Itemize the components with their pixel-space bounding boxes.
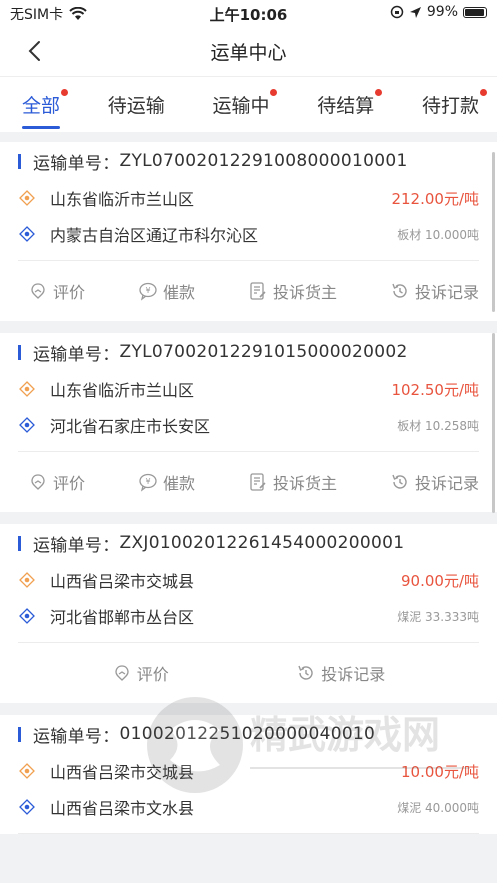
- destination-icon: [18, 416, 36, 434]
- cargo-info: 板材 10.000吨: [397, 227, 479, 242]
- unit-price: 10.00元/吨: [401, 762, 479, 781]
- complaint-doc-icon: [250, 473, 266, 491]
- order-number: ZXJ01002012261454000200001: [119, 533, 405, 553]
- battery-percent: 99%: [426, 4, 458, 20]
- tab-in-transit[interactable]: 运输中: [212, 77, 278, 133]
- history-icon: [298, 665, 313, 680]
- origin-address: 山西省吕梁市交城县: [50, 763, 195, 782]
- complain-shipper-button[interactable]: 投诉货主: [248, 470, 337, 494]
- destination-address: 内蒙古自治区通辽市科尔沁区: [50, 226, 259, 245]
- rate-icon: [31, 474, 45, 490]
- urge-payment-button[interactable]: ¥ 催款: [138, 470, 195, 494]
- tab-pending-transport[interactable]: 待运输: [108, 77, 165, 133]
- order-number: ZYL07002012291015000020002: [119, 342, 408, 362]
- order-header: 运输单号： ZYL07002012291015000020002: [18, 333, 479, 371]
- destination-icon: [18, 225, 36, 243]
- order-card[interactable]: 运输单号： ZYL07002012291015000020002 山东省临沂市兰…: [0, 333, 497, 513]
- header-accent-bar: [18, 153, 21, 169]
- destination-row: 山西省吕梁市文水县 煤泥 40.000吨: [18, 789, 479, 825]
- order-list: 运输单号： ZYL07002012291008000010001 山东省临沂市兰…: [0, 132, 497, 834]
- unit-price: 102.50元/吨: [391, 380, 479, 399]
- origin-icon: [18, 762, 36, 780]
- payment-bubble-icon: ¥: [139, 282, 157, 301]
- order-number-label: 运输单号：: [33, 344, 120, 365]
- origin-address: 山东省临沂市兰山区: [50, 190, 195, 209]
- destination-address: 山西省吕梁市文水县: [50, 799, 195, 818]
- order-number-label: 运输单号：: [33, 153, 120, 174]
- destination-icon: [18, 798, 36, 816]
- tab-pending-payment[interactable]: 待打款: [422, 77, 487, 133]
- origin-icon: [18, 571, 36, 589]
- badge-dot: [270, 88, 278, 96]
- page-title: 运单中心: [210, 42, 287, 64]
- complaint-history-button[interactable]: 投诉记录: [390, 279, 479, 303]
- order-header: 运输单号： ZXJ01002012261454000200001: [18, 524, 479, 562]
- complaint-doc-icon: [250, 282, 266, 300]
- tab-pending-settlement[interactable]: 待结算: [317, 77, 383, 133]
- destination-row: 内蒙古自治区通辽市科尔沁区 板材 10.000吨: [18, 216, 479, 252]
- svg-text:¥: ¥: [145, 477, 150, 486]
- rate-button[interactable]: 评价: [28, 279, 85, 303]
- origin-row: 山东省临沂市兰山区 102.50元/吨: [18, 371, 479, 407]
- origin-address: 山东省临沂市兰山区: [50, 381, 195, 400]
- complain-shipper-button[interactable]: 投诉货主: [248, 279, 337, 303]
- history-icon: [392, 474, 407, 489]
- origin-row: 山东省临沂市兰山区 212.00元/吨: [18, 180, 479, 216]
- badge-dot: [61, 88, 69, 96]
- rate-icon: [115, 665, 129, 681]
- action-row: 评价 投诉记录: [18, 643, 479, 703]
- header-accent-bar: [18, 726, 21, 742]
- lock-rotation-icon: [390, 5, 404, 19]
- scrollbar[interactable]: [492, 152, 495, 312]
- rate-button[interactable]: 评价: [112, 661, 169, 685]
- payment-bubble-icon: ¥: [139, 473, 157, 492]
- origin-address: 山西省吕梁市交城县: [50, 572, 195, 591]
- tab-bar: 全部 待运输 运输中 待结算 待打款: [0, 76, 497, 132]
- badge-dot: [375, 88, 383, 96]
- unit-price: 212.00元/吨: [391, 189, 479, 208]
- action-row: 评价 ¥ 催款 投诉货主 投诉记录: [18, 452, 479, 512]
- nav-bar: 运单中心: [0, 26, 497, 76]
- scrollbar[interactable]: [492, 333, 495, 513]
- destination-row: 河北省邯郸市丛台区 煤泥 33.333吨: [18, 598, 479, 634]
- history-icon: [392, 283, 407, 298]
- destination-address: 河北省邯郸市丛台区: [50, 608, 195, 627]
- origin-icon: [18, 189, 36, 207]
- cargo-info: 板材 10.258吨: [397, 418, 479, 433]
- status-bar: 无SIM卡 上午10:06 99%: [0, 0, 497, 26]
- order-card[interactable]: 运输单号： ZXJ01002012261454000200001 山西省吕梁市交…: [0, 524, 497, 703]
- order-card[interactable]: 运输单号： ZYL07002012291008000010001 山东省临沂市兰…: [0, 142, 497, 321]
- divider: [18, 833, 479, 834]
- origin-icon: [18, 380, 36, 398]
- order-card[interactable]: 运输单号： 01002012251020000040010 山西省吕梁市交城县 …: [0, 715, 497, 834]
- cargo-info: 煤泥 33.333吨: [397, 609, 479, 624]
- order-header: 运输单号： ZYL07002012291008000010001: [18, 142, 479, 180]
- rate-icon: [31, 283, 45, 299]
- destination-icon: [18, 607, 36, 625]
- order-number: 01002012251020000040010: [119, 724, 376, 744]
- cargo-info: 煤泥 40.000吨: [397, 800, 479, 815]
- header-accent-bar: [18, 344, 21, 360]
- order-number-label: 运输单号：: [33, 535, 120, 556]
- order-number: ZYL07002012291008000010001: [119, 151, 408, 171]
- header-accent-bar: [18, 535, 21, 551]
- svg-text:¥: ¥: [145, 286, 150, 295]
- badge-dot: [479, 88, 487, 96]
- order-header: 运输单号： 01002012251020000040010: [18, 715, 479, 753]
- battery-icon: [463, 6, 487, 18]
- destination-address: 河北省石家庄市长安区: [50, 417, 211, 436]
- order-number-label: 运输单号：: [33, 726, 120, 747]
- tab-all[interactable]: 全部: [22, 77, 69, 133]
- rate-button[interactable]: 评价: [28, 470, 85, 494]
- complaint-history-button[interactable]: 投诉记录: [390, 470, 479, 494]
- destination-row: 河北省石家庄市长安区 板材 10.258吨: [18, 407, 479, 443]
- location-icon: [409, 6, 421, 18]
- action-row: 评价 ¥ 催款 投诉货主 投诉记录: [18, 261, 479, 321]
- origin-row: 山西省吕梁市交城县 90.00元/吨: [18, 562, 479, 598]
- origin-row: 山西省吕梁市交城县 10.00元/吨: [18, 753, 479, 789]
- complaint-history-button[interactable]: 投诉记录: [296, 661, 385, 685]
- unit-price: 90.00元/吨: [401, 571, 479, 590]
- urge-payment-button[interactable]: ¥ 催款: [138, 279, 195, 303]
